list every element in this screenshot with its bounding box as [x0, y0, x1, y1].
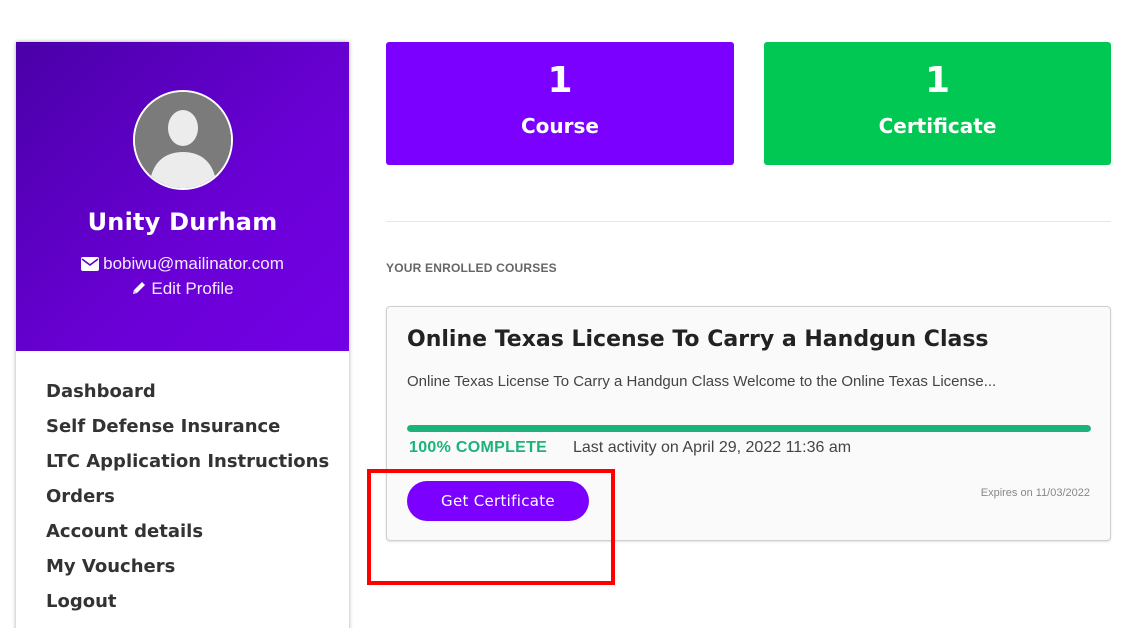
certificates-stat-box: 1 Certificate: [764, 42, 1111, 165]
menu-item-self-defense-insurance[interactable]: Self Defense Insurance: [46, 416, 349, 451]
section-divider: [386, 221, 1111, 222]
courses-count: 1: [547, 60, 573, 101]
certificates-count: 1: [924, 60, 951, 101]
edit-profile-link[interactable]: Edit Profile: [16, 279, 349, 301]
envelope-icon: [81, 256, 100, 276]
course-card: Online Texas License To Carry a Handgun …: [386, 306, 1111, 541]
account-menu: Dashboard Self Defense Insurance LTC App…: [16, 351, 349, 626]
enrolled-courses-heading: YOUR ENROLLED COURSES: [386, 261, 557, 275]
course-description: Online Texas License To Carry a Handgun …: [407, 373, 997, 390]
menu-item-label: Account details: [46, 521, 204, 542]
menu-item-ltc-application-instructions[interactable]: LTC Application Instructions: [46, 451, 349, 486]
course-progress-bar: [407, 425, 1091, 432]
menu-item-logout[interactable]: Logout: [46, 591, 349, 626]
expiry-date: Expires on 11/03/2022: [980, 487, 1090, 499]
pencil-icon: [131, 280, 147, 301]
menu-item-label: Orders: [46, 486, 115, 507]
menu-item-label: Logout: [46, 591, 117, 612]
courses-label: Course: [521, 114, 599, 138]
course-title[interactable]: Online Texas License To Carry a Handgun …: [407, 327, 989, 352]
account-sidebar: Unity Durham bobiwu@mailinator.com Edit …: [16, 42, 349, 628]
edit-profile-label: Edit Profile: [151, 279, 234, 298]
courses-stat-box: 1 Course: [386, 42, 734, 165]
menu-item-account-details[interactable]: Account details: [46, 521, 349, 556]
menu-item-label: Dashboard: [46, 381, 156, 402]
user-email: bobiwu@mailinator.com: [16, 254, 349, 276]
user-silhouette-icon: [133, 90, 233, 190]
user-name: Unity Durham: [87, 208, 278, 236]
menu-item-orders[interactable]: Orders: [46, 486, 349, 521]
menu-item-my-vouchers[interactable]: My Vouchers: [46, 556, 349, 591]
menu-item-label: My Vouchers: [46, 556, 176, 577]
get-certificate-button[interactable]: Get Certificate: [407, 481, 589, 521]
menu-item-dashboard[interactable]: Dashboard: [46, 381, 349, 416]
menu-item-label: LTC Application Instructions: [46, 451, 330, 472]
progress-status: 100% COMPLETE: [409, 439, 548, 456]
profile-card: Unity Durham bobiwu@mailinator.com Edit …: [16, 42, 349, 351]
certificates-label: Certificate: [878, 114, 997, 138]
course-progress-fill: [407, 425, 1091, 432]
menu-item-label: Self Defense Insurance: [46, 416, 281, 437]
last-activity: Last activity on April 29, 2022 11:36 am: [573, 439, 852, 456]
user-email-text: bobiwu@mailinator.com: [103, 254, 284, 273]
